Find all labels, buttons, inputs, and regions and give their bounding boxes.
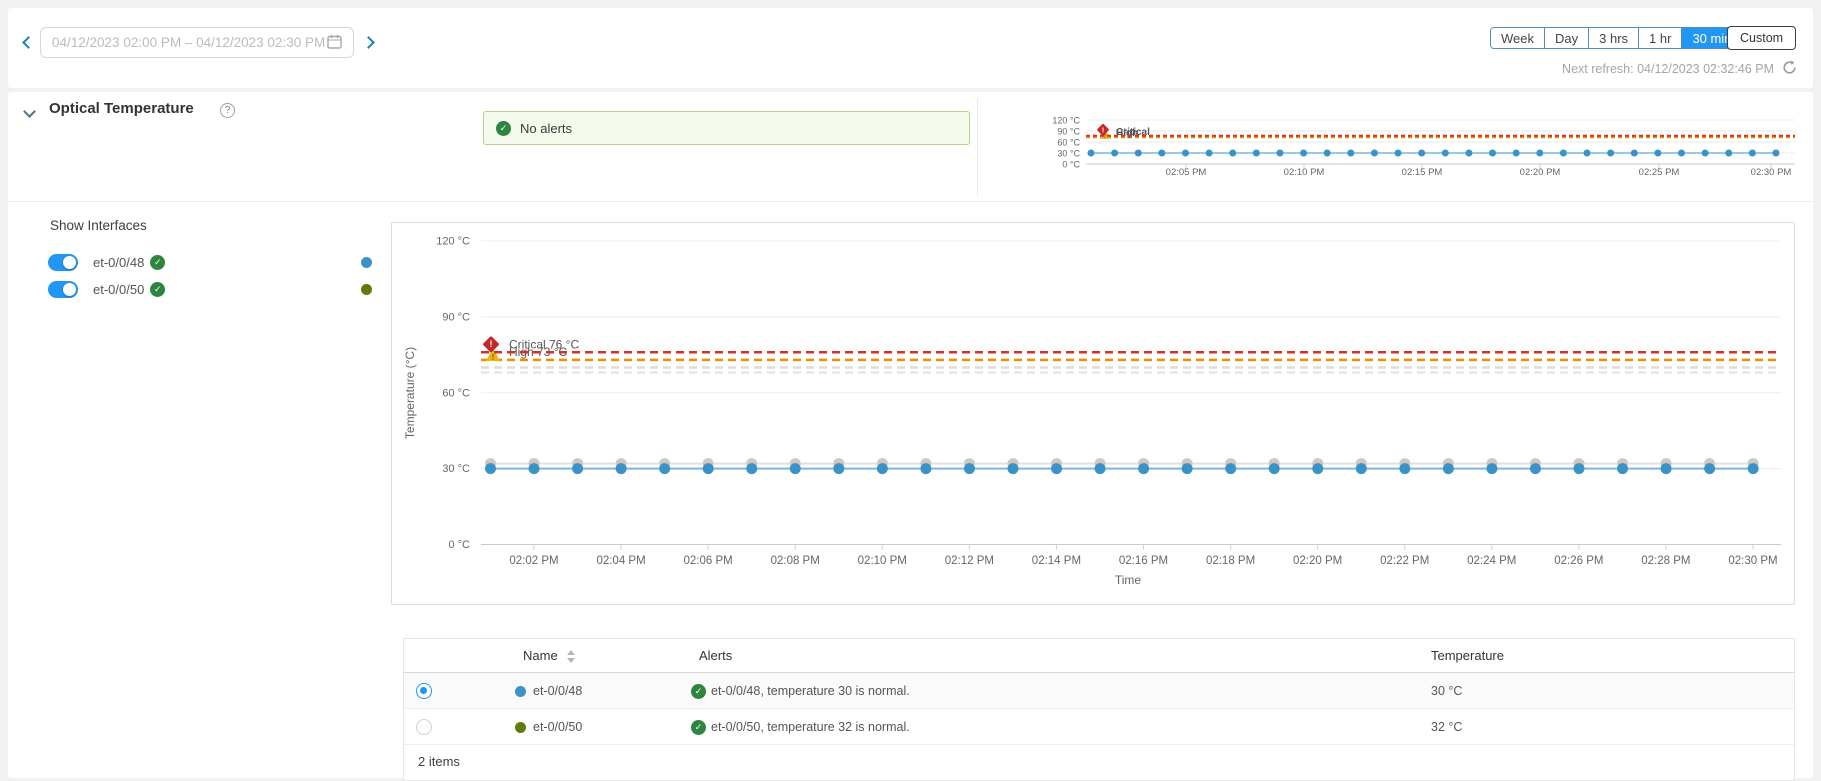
show-interfaces-title: Show Interfaces <box>50 218 147 233</box>
svg-text:60 °C: 60 °C <box>1057 138 1080 148</box>
next-refresh-status: Next refresh: 04/12/2023 02:32:46 PM <box>1562 60 1797 78</box>
series-color-dot <box>361 257 372 268</box>
svg-text:02:22 PM: 02:22 PM <box>1380 555 1429 567</box>
column-header-name[interactable]: Name <box>523 639 575 673</box>
svg-text:0 °C: 0 °C <box>1062 160 1080 170</box>
svg-text:Time: Time <box>1115 573 1142 587</box>
temperature-overview-mini-chart: 0 °C30 °C60 °C90 °C120 °C 02:05 PM 02:10 P… <box>1028 94 1808 186</box>
interface-toggle[interactable] <box>48 254 78 271</box>
header-divider <box>977 98 978 196</box>
svg-text:02:15 PM: 02:15 PM <box>1402 167 1443 178</box>
temperature-chart-card: 0 °C 30 °C 60 °C 90 °C 120 °C 02:02 PM 02:04 P… <box>391 222 1795 605</box>
interface-toggle[interactable] <box>48 281 78 298</box>
interface-label: et-0/0/48 <box>93 255 144 270</box>
temperature-line-chart: 0 °C 30 °C 60 °C 90 °C 120 °C 02:02 PM 02:04 P… <box>392 223 1796 605</box>
column-header-temperature: Temperature <box>1431 639 1504 673</box>
table-item-count: 2 items <box>404 745 1794 780</box>
time-range-segmented-control: Week Day 3 hrs 1 hr 30 mins <box>1490 27 1749 49</box>
svg-text:02:02 PM: 02:02 PM <box>509 555 558 567</box>
interface-label: et-0/0/50 <box>93 282 144 297</box>
svg-text:120 °C: 120 °C <box>1052 116 1080 126</box>
svg-text:02:20 PM: 02:20 PM <box>1293 555 1342 567</box>
svg-text:!: ! <box>490 339 493 349</box>
previous-range-chevron-icon[interactable] <box>22 36 35 49</box>
interface-row: et-0/0/50 <box>48 277 165 301</box>
svg-text:02:12 PM: 02:12 PM <box>945 555 994 567</box>
interfaces-table: Name Alerts Temperature et-0/0/48 et-0/0… <box>403 638 1795 781</box>
interface-ok-icon <box>150 255 165 270</box>
row-radio-button[interactable] <box>416 719 432 735</box>
interface-ok-icon <box>150 282 165 297</box>
svg-text:02:05 PM: 02:05 PM <box>1166 167 1207 178</box>
top-toolbar: 04/12/2023 02:00 PM – 04/12/2023 02:30 P… <box>8 8 1813 88</box>
row-interface-name: et-0/0/48 <box>533 673 582 709</box>
svg-text:90 °C: 90 °C <box>442 311 470 323</box>
svg-text:02:14 PM: 02:14 PM <box>1032 555 1081 567</box>
section-header: Optical Temperature ? No alerts 0 °C30 °… <box>8 92 1813 202</box>
row-alert-text: et-0/0/50, temperature 32 is normal. <box>711 709 910 745</box>
range-button-1hr[interactable]: 1 hr <box>1638 28 1681 48</box>
svg-text:!: ! <box>1102 126 1105 135</box>
svg-text:120 °C: 120 °C <box>436 236 470 248</box>
next-refresh-text: Next refresh: 04/12/2023 02:32:46 PM <box>1562 62 1774 76</box>
svg-text:60 °C: 60 °C <box>442 387 470 399</box>
svg-text:Temperature (°C): Temperature (°C) <box>403 347 417 439</box>
svg-text:02:08 PM: 02:08 PM <box>771 555 820 567</box>
svg-text:02:24 PM: 02:24 PM <box>1467 555 1516 567</box>
svg-text:0 °C: 0 °C <box>448 539 470 551</box>
alert-ok-icon <box>691 684 706 699</box>
range-button-week[interactable]: Week <box>1491 28 1544 48</box>
custom-range-button[interactable]: Custom <box>1727 26 1796 50</box>
next-range-chevron-icon[interactable] <box>362 36 375 49</box>
svg-text:02:30 PM: 02:30 PM <box>1751 167 1792 178</box>
svg-text:!: ! <box>492 353 495 362</box>
svg-text:30 °C: 30 °C <box>442 463 470 475</box>
column-header-alerts: Alerts <box>699 639 732 673</box>
series-color-dot <box>515 686 526 697</box>
no-alerts-banner: No alerts <box>483 111 970 145</box>
svg-text:30 °C: 30 °C <box>1057 149 1080 159</box>
table-row[interactable]: et-0/0/50 et-0/0/50, temperature 32 is n… <box>404 709 1794 745</box>
date-range-value: 04/12/2023 02:00 PM – 04/12/2023 02:30 P… <box>52 35 325 50</box>
refresh-icon[interactable] <box>1782 60 1797 78</box>
collapse-chevron-icon[interactable] <box>23 105 36 118</box>
table-header-row: Name Alerts Temperature <box>404 639 1794 673</box>
series-color-dot <box>361 284 372 295</box>
series-color-dot <box>515 722 526 733</box>
row-temperature: 32 °C <box>1431 709 1462 745</box>
date-range-input[interactable]: 04/12/2023 02:00 PM – 04/12/2023 02:30 P… <box>40 27 354 58</box>
svg-text:Critical: Critical <box>1116 127 1150 138</box>
svg-text:02:26 PM: 02:26 PM <box>1554 555 1603 567</box>
svg-text:Critical 76 °C: Critical 76 °C <box>509 337 579 351</box>
help-icon[interactable]: ? <box>220 103 235 118</box>
row-radio-button[interactable] <box>416 683 432 699</box>
svg-text:02:04 PM: 02:04 PM <box>596 555 645 567</box>
range-button-3hrs[interactable]: 3 hrs <box>1588 28 1638 48</box>
table-row[interactable]: et-0/0/48 et-0/0/48, temperature 30 is n… <box>404 673 1794 709</box>
section-title: Optical Temperature <box>49 100 194 117</box>
alert-ok-icon <box>691 720 706 735</box>
svg-text:02:06 PM: 02:06 PM <box>684 555 733 567</box>
sort-icon[interactable] <box>567 650 575 663</box>
row-alert-text: et-0/0/48, temperature 30 is normal. <box>711 673 910 709</box>
no-alerts-text: No alerts <box>520 121 572 136</box>
svg-text:02:25 PM: 02:25 PM <box>1639 167 1680 178</box>
svg-text:02:20 PM: 02:20 PM <box>1520 167 1561 178</box>
svg-text:90 °C: 90 °C <box>1057 127 1080 137</box>
calendar-icon[interactable] <box>327 34 342 52</box>
svg-text:02:10 PM: 02:10 PM <box>1284 167 1325 178</box>
interface-row: et-0/0/48 <box>48 250 165 274</box>
svg-text:02:18 PM: 02:18 PM <box>1206 555 1255 567</box>
range-button-day[interactable]: Day <box>1544 28 1588 48</box>
row-interface-name: et-0/0/50 <box>533 709 582 745</box>
svg-text:02:16 PM: 02:16 PM <box>1119 555 1168 567</box>
svg-text:02:28 PM: 02:28 PM <box>1641 555 1690 567</box>
optical-temperature-panel: Optical Temperature ? No alerts 0 °C30 °… <box>8 92 1813 778</box>
success-check-icon <box>496 121 511 136</box>
svg-text:02:30 PM: 02:30 PM <box>1728 555 1777 567</box>
row-temperature: 30 °C <box>1431 673 1462 709</box>
svg-text:02:10 PM: 02:10 PM <box>858 555 907 567</box>
